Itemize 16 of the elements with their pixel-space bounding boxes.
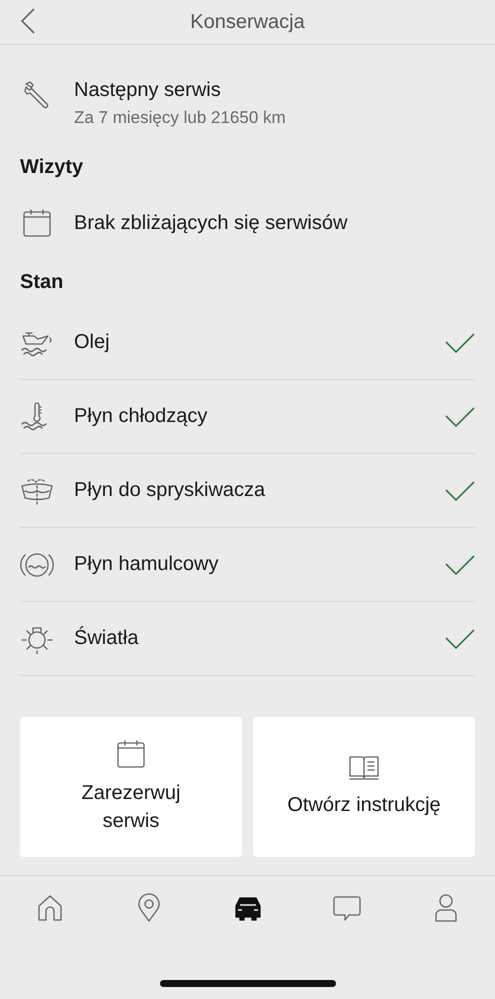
section-heading: Wizyty — [20, 156, 84, 179]
next-service-title: Następny serwis — [74, 79, 222, 102]
book-icon — [348, 755, 380, 781]
calendar-icon — [116, 739, 146, 769]
section-heading: Stan — [20, 271, 64, 294]
status-label: Płyn chłodzący — [74, 405, 208, 428]
calendar-icon — [22, 208, 52, 238]
status-label: Płyn hamulcowy — [74, 553, 220, 576]
status-label: Światła — [74, 627, 140, 650]
visits-text: Brak zbliżających się serwisów — [74, 212, 348, 234]
next-service-detail: Za 7 miesięcy lub 21650 km — [74, 108, 286, 128]
status-label: Płyn do spryskiwacza — [74, 479, 266, 502]
status-label: Olej — [74, 331, 111, 354]
open-manual-button[interactable]: Otwórz instrukcję — [253, 717, 475, 857]
book-service-button[interactable]: Zarezerwuj serwis — [20, 717, 242, 857]
page-title: Konserwacja — [190, 10, 305, 34]
